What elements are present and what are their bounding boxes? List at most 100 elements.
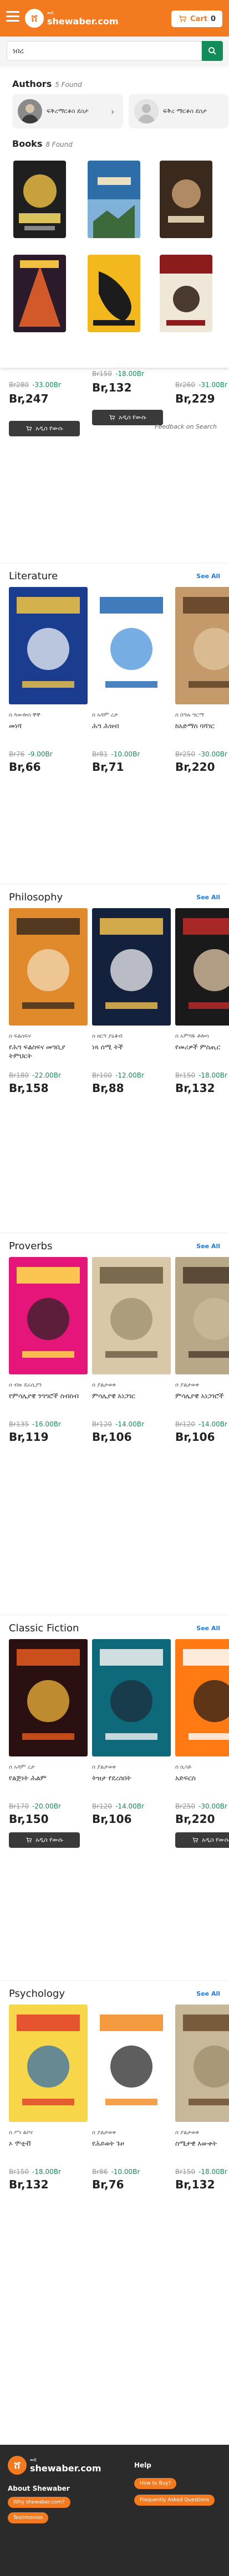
book-cover[interactable] [175,587,229,704]
book-cover[interactable] [92,2005,171,2122]
book-author[interactable]: ሰ ፍልስፍና [9,1033,86,1039]
book-author[interactable]: ሰ ሥነ ልቦና [9,2130,86,2136]
book-title[interactable]: ስሜታዊ እውቀት [175,2139,229,2166]
see-all-link[interactable]: See All [196,573,220,580]
author-result[interactable]: ፍቅረማርቆስ ደስታ › [12,94,123,128]
search-input[interactable] [7,41,202,61]
book-card[interactable]: ሰ ያልታወቀ የሕይወት ጉዞ Br86 -10.00Br Br,76 [92,2005,171,2191]
menu-icon[interactable] [6,11,19,22]
feedback-on-search-link[interactable]: Feedback on Search [155,423,217,430]
search-button[interactable] [202,41,223,61]
price: Br,106 [92,1430,132,1444]
see-all-link[interactable]: See All [196,1990,220,1997]
book-author[interactable]: ሰ ያልታወቀ [92,1382,170,1388]
book-author[interactable]: ሰ አዳም ረታ [92,712,170,718]
book-card[interactable]: ሰ ብዙ ደራሲያን የምሳሌያዊ ንግግሮች ስብስብ Br135 -16.00Br… [9,1257,88,1444]
book-cover[interactable] [92,1257,171,1374]
book-title[interactable]: ከአድማስ ባሻገር [175,722,229,748]
book-card[interactable]: ሰ ያልታወቀ ምሳሌያዊ አነጋገሮች Br120 -14.00Br Br,106 [175,1257,229,1444]
book-author[interactable]: ሰ አዳም ረታ [9,1764,86,1770]
how-to-buy-link[interactable]: How to Buy? [134,2478,177,2489]
book-card[interactable]: ሰ ጳውሎስ ኞኞ መነሻ Br76 -9.00Br Br,66 [9,587,88,774]
price: Br,220 [175,1812,215,1826]
logo-text: shewaber.com [30,2462,101,2474]
why-shewaber-link[interactable]: Why shewaber.com? [8,2497,70,2508]
old-price: Br250 [175,1802,196,1810]
book-result-cover[interactable] [13,255,66,332]
book-title[interactable]: የመሪዎች ምስጢር [175,1043,229,1069]
book-cover[interactable] [9,2005,88,2122]
book-title[interactable]: ነጻ ሰሚ ትች [92,1043,170,1069]
book-card[interactable]: ሰ አዳም ረታ ሕግ ሕዝብ Br81 -10.00Br Br,71 [92,587,171,774]
add-to-cart-button[interactable]: አዲስ የውሱ [9,421,80,436]
book-cover[interactable] [92,587,171,704]
old-price: Br280 [9,381,29,389]
book-title[interactable]: የምሳሌያዊ ንግግሮች ስብስብ [9,1392,86,1418]
book-cover[interactable] [9,1257,88,1374]
book-card[interactable]: ሰ በዓሉ ግርማ ከአድማስ ባሻገር Br250 -30.00Br Br,220 [175,587,229,774]
book-result-cover[interactable] [160,161,212,238]
book-card[interactable]: ሰ ዘርዓ ያዕቆብ ነጻ ሰሚ ትች Br100 -12.00Br Br,88 [92,908,171,1095]
see-all-link[interactable]: See All [196,1625,220,1632]
book-title[interactable]: መነሻ [9,722,86,748]
book-result-cover[interactable] [160,255,212,332]
book-card[interactable]: ሰ ያልታወቀ ስሜታዊ እውቀት Br150 -18.00Br Br,132 [175,2005,229,2191]
section-title: Classic Fiction [9,1622,79,1634]
book-title[interactable]: ምሳሌያዊ አነጋገሮች [175,1392,229,1418]
faq-link[interactable]: Frequently Asked Questions [134,2495,215,2506]
cart-button[interactable]: Cart 0 [171,11,222,27]
add-to-cart-button[interactable]: አዲስ የውሱ [9,1832,80,1848]
book-cover[interactable] [92,908,171,1026]
old-price: Br260 [175,381,196,389]
book-author[interactable]: ሰ ጳውሎስ ኞኞ [9,712,86,718]
book-card[interactable]: ሰ አዳም ረታ የልጅነት ሕልም Br170 -20.00Br Br,150 አዲስ … [9,1639,88,1848]
books-heading: Books 8 Found [12,138,73,149]
see-all-link[interactable]: See All [196,894,220,901]
book-card[interactable]: ሰ ያልታወቀ ምሳሌያዊ አነጋገር Br120 -14.00Br Br,106 [92,1257,171,1444]
book-cover[interactable] [175,1257,229,1374]
book-title[interactable]: የሕግ ፍልስፍና መግቢያ ትምህርት [9,1043,86,1069]
book-cover[interactable] [175,1639,229,1756]
book-card[interactable]: ሰ ሲሳይ አድፍርስ Br250 -30.00Br Br,220 አዲስ የውሱ [175,1639,229,1848]
book-author[interactable]: ሰ ያልታወቀ [175,1382,229,1388]
book-title[interactable]: የሕይወት ጉዞ [92,2139,170,2166]
book-author[interactable]: ሰ ብዙ ደራሲያን [9,1382,86,1388]
book-cover[interactable] [9,587,88,704]
site-logo[interactable]: ሸ ወደ shewaber.com [25,6,118,31]
book-author[interactable]: ሰ ያልታወቀ [175,2130,229,2136]
book-author[interactable]: ሰ ሲሳይ [175,1764,229,1770]
book-title[interactable]: ኦ ሞቲቭ [9,2139,86,2166]
book-card[interactable]: ሰ ፍልስፍና የሕግ ፍልስፍና መግቢያ ትምህርት Br180 -22.00Br… [9,908,88,1095]
book-card[interactable]: ሰ አምባዬ ቶሎሳ የመሪዎች ምስጢር Br150 -18.00Br Br,132 [175,908,229,1095]
book-result-cover[interactable] [88,161,140,238]
book-cover[interactable] [92,1639,171,1756]
book-result-cover[interactable] [88,255,140,332]
book-title[interactable]: የልጅነት ሕልም [9,1774,86,1800]
footer: ሸ ወደ shewaber.com Help About Shewaber Ho… [0,2445,229,2576]
testimonials-link[interactable]: Testimonies [8,2512,48,2523]
add-to-cart-button[interactable]: አዲስ የውሱ [175,1832,229,1848]
book-author[interactable]: ሰ ያልታወቀ [92,1764,170,1770]
book-cover[interactable] [175,908,229,1026]
book-title[interactable]: አድፍርስ [175,1774,229,1800]
cart-icon [109,415,115,420]
book-author[interactable]: ሰ በዓሉ ግርማ [175,712,229,718]
author-result[interactable]: ፍቅረ ማርቆስ ደስታ [129,94,228,128]
footer-logo[interactable]: ሸ ወደ shewaber.com [8,2456,101,2475]
book-cover[interactable] [9,1639,88,1756]
book-card[interactable]: ሰ ሥነ ልቦና ኦ ሞቲቭ Br150 -18.00Br Br,132 [9,2005,88,2191]
see-all-link[interactable]: See All [196,1243,220,1250]
book-card[interactable]: ሰ ያልታወቀ ትዝታ የደረሰበት Br120 -14.00Br Br,106 [92,1639,171,1826]
book-title[interactable]: ሕግ ሕዝብ [92,722,170,748]
add-to-cart-button[interactable]: አዲስ የውሱ [92,410,163,425]
book-cover[interactable] [175,2005,229,2122]
old-price: Br150 [175,2168,196,2176]
book-author[interactable]: ሰ ያልታወቀ [92,2130,170,2136]
book-title[interactable]: ትዝታ የደረሰበት [92,1774,170,1800]
book-result-cover[interactable] [13,161,66,238]
book-author[interactable]: ሰ ዘርዓ ያዕቆብ [92,1033,170,1039]
book-author[interactable]: ሰ አምባዬ ቶሎሳ [175,1033,229,1039]
book-cover[interactable] [9,908,88,1026]
section-title: Philosophy [9,892,63,903]
book-title[interactable]: ምሳሌያዊ አነጋገር [92,1392,170,1418]
